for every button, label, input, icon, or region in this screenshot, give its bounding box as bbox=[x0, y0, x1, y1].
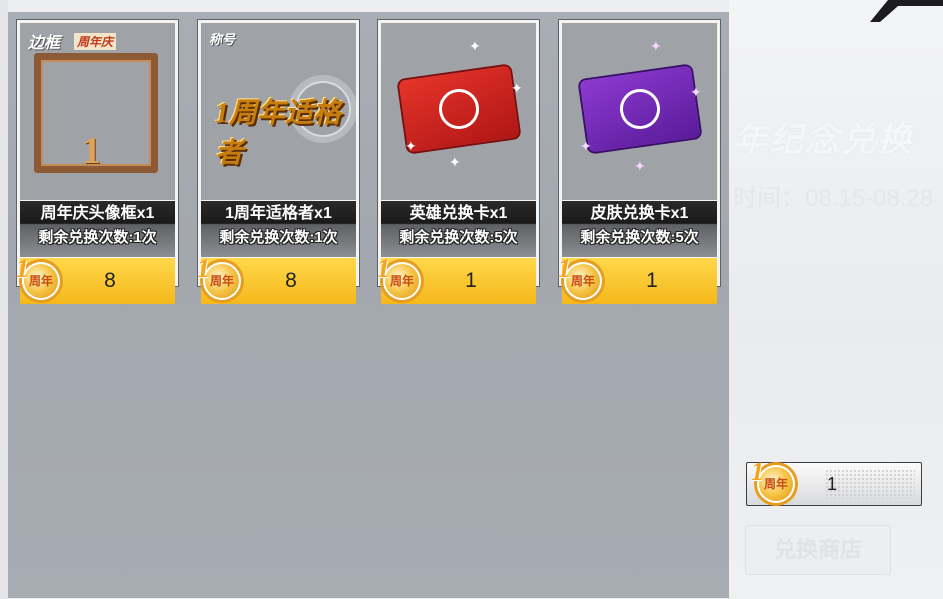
shop-item-hero-card[interactable]: ✦ ✦ ✦ ✦ 英雄兑换卡x1 剩余兑换次数:5次 1 周年 1 bbox=[377, 19, 540, 304]
item-art-avatar-frame: 边框 周年庆 1 bbox=[20, 23, 175, 200]
item-info: 皮肤兑换卡x1 剩余兑换次数:5次 bbox=[562, 201, 717, 257]
item-remaining: 剩余兑换次数:1次 bbox=[219, 229, 338, 246]
corner-decoration-icon bbox=[870, 0, 943, 22]
item-art-title: 称号 1周年适格者 bbox=[201, 23, 356, 200]
anniversary-coin-icon: 1 周年 bbox=[197, 254, 241, 300]
anniversary-coin-icon: 1 周年 bbox=[558, 254, 602, 300]
anniversary-coin-icon: 1 周年 bbox=[377, 254, 421, 300]
item-info: 周年庆头像框x1 剩余兑换次数:1次 bbox=[20, 201, 175, 257]
right-background bbox=[729, 0, 943, 599]
item-remaining: 剩余兑换次数:5次 bbox=[580, 229, 699, 246]
left-background-strip bbox=[0, 0, 8, 599]
item-price: 1 bbox=[646, 269, 658, 292]
item-price-button[interactable]: 1 周年 8 bbox=[197, 254, 356, 304]
item-name: 英雄兑换卡x1 bbox=[409, 205, 508, 222]
item-price: 8 bbox=[104, 269, 116, 292]
balance-value: 1 bbox=[827, 474, 838, 494]
event-title-art: 年纪念兑换 bbox=[733, 121, 913, 159]
item-art-text: 1周年适格者 bbox=[215, 98, 342, 169]
exchange-shop-button[interactable]: 兑换商店 bbox=[745, 525, 891, 575]
item-art-hero-card: ✦ ✦ ✦ ✦ bbox=[381, 23, 536, 200]
anniversary-coin-icon: 1 周年 bbox=[16, 254, 60, 300]
item-art-text: 1 bbox=[82, 130, 101, 172]
item-info: 1周年适格者x1 剩余兑换次数:1次 bbox=[201, 201, 356, 257]
item-name: 1周年适格者x1 bbox=[225, 205, 332, 222]
item-info: 英雄兑换卡x1 剩余兑换次数:5次 bbox=[381, 201, 536, 257]
item-art-skin-card: ✦ ✦ ✦ ✦ bbox=[562, 23, 717, 200]
item-price: 8 bbox=[285, 269, 297, 292]
item-price-button[interactable]: 1 周年 1 bbox=[377, 254, 536, 304]
item-art-tag: 边框 bbox=[28, 35, 61, 52]
currency-balance: 1 周年 1 bbox=[746, 457, 922, 506]
shop-item-avatar-frame[interactable]: 边框 周年庆 1 周年庆头像框x1 剩余兑换次数:1次 1 周年 8 bbox=[16, 19, 179, 304]
item-name: 周年庆头像框x1 bbox=[40, 205, 155, 222]
item-remaining: 剩余兑换次数:5次 bbox=[399, 229, 518, 246]
shop-item-skin-card[interactable]: ✦ ✦ ✦ ✦ 皮肤兑换卡x1 剩余兑换次数:5次 1 周年 1 bbox=[558, 19, 721, 304]
item-price-button[interactable]: 1 周年 1 bbox=[558, 254, 717, 304]
item-price-button[interactable]: 1 周年 8 bbox=[16, 254, 175, 304]
item-art-subtag: 周年庆 bbox=[74, 33, 117, 50]
shop-item-title[interactable]: 称号 1周年适格者 1周年适格者x1 剩余兑换次数:1次 1 周年 8 bbox=[197, 19, 360, 304]
item-remaining: 剩余兑换次数:1次 bbox=[38, 229, 157, 246]
item-price: 1 bbox=[465, 269, 477, 292]
anniversary-coin-icon: 1 周年 bbox=[751, 457, 795, 503]
item-name: 皮肤兑换卡x1 bbox=[590, 205, 689, 222]
event-time: 时间：08.15-08.28 bbox=[733, 185, 934, 212]
skin-ticket-icon bbox=[579, 65, 701, 153]
item-art-tag: 称号 bbox=[209, 32, 236, 47]
